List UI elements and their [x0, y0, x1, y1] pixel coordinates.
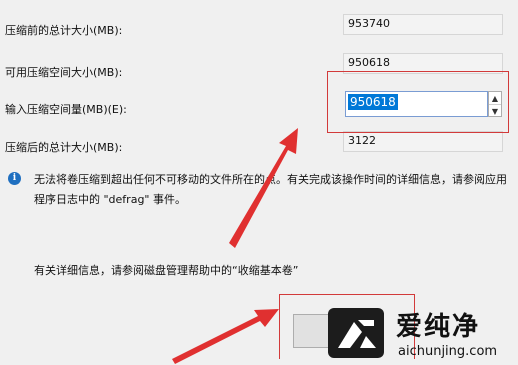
watermark-logo: 爱纯净 aichunjing.com [318, 300, 518, 365]
arrow-to-button [172, 309, 279, 364]
arrow-to-input [229, 128, 298, 248]
logo-mark-icon [328, 308, 384, 358]
watermark-title: 爱纯净 [396, 312, 481, 342]
watermark-url: aichunjing.com [398, 344, 498, 359]
